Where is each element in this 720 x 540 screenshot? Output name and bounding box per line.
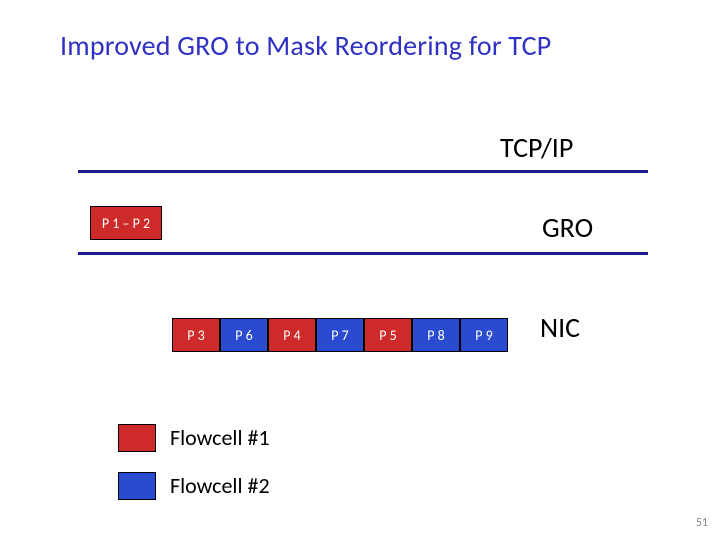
packet-p3: P 3 xyxy=(172,318,220,352)
legend-label-flow2: Flowcell #2 xyxy=(170,472,270,499)
layer-label-tcpip: TCP/IP xyxy=(500,130,573,165)
packet-p4: P 4 xyxy=(268,318,316,352)
page-number: 51 xyxy=(696,516,708,530)
packet-merged-p1p2: P 1 – P 2 xyxy=(90,206,162,240)
packet-p6: P 6 xyxy=(220,318,268,352)
divider-tcpip-gro xyxy=(78,170,648,173)
packet-p9: P 9 xyxy=(460,318,508,352)
packet-p7: P 7 xyxy=(316,318,364,352)
slide-title: Improved GRO to Mask Reordering for TCP xyxy=(60,28,551,63)
legend-label-flow1: Flowcell #1 xyxy=(170,424,270,451)
legend-swatch-flow2 xyxy=(118,472,156,500)
layer-label-gro: GRO xyxy=(542,210,593,245)
packet-p5: P 5 xyxy=(364,318,412,352)
layer-label-nic: NIC xyxy=(540,310,580,345)
legend-swatch-flow1 xyxy=(118,424,156,452)
divider-gro-nic xyxy=(78,252,648,255)
packet-p8: P 8 xyxy=(412,318,460,352)
